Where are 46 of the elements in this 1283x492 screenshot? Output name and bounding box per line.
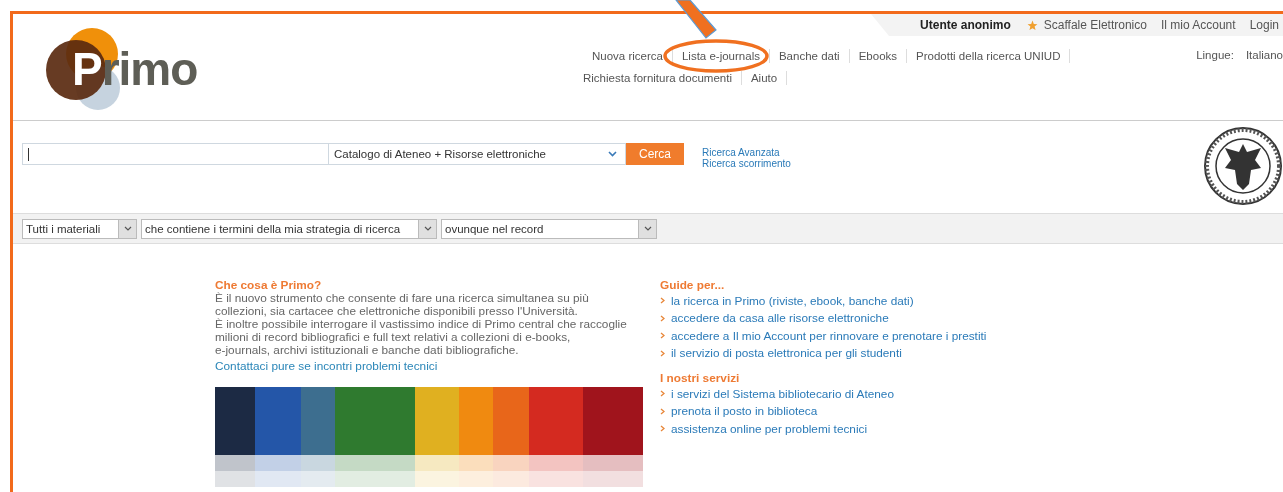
- search-link[interactable]: Ricerca Avanzata: [702, 147, 791, 158]
- nav-link[interactable]: Lista e-journals: [672, 49, 770, 63]
- chevron-icon: [660, 390, 665, 398]
- text-cursor: [28, 147, 29, 161]
- chevron-icon: [423, 226, 432, 231]
- nav-link[interactable]: Nuova ricerca: [583, 49, 673, 63]
- description-text: È il nuovo strumento che consente di fare una ricerca simultanea su più collezioni, sia cartacee che elettroniche disponibili presso l'Università.: [215, 292, 589, 318]
- chevron-icon: [660, 332, 665, 340]
- guide-link[interactable]: assistenza online per problemi tecnici: [671, 421, 868, 436]
- contact-link[interactable]: Contattaci pure se incontri problemi tecnici: [215, 359, 438, 373]
- nav-link[interactable]: Banche dati: [769, 49, 850, 63]
- section-title: Guide per...: [660, 278, 726, 292]
- language-dropdown[interactable]: Italiano: [1245, 49, 1283, 120]
- chevron-icon: [660, 425, 665, 433]
- guide-link[interactable]: accedere a Il mio Account per rinnovare e prenotare i prestiti: [671, 328, 987, 343]
- section-title: I nostri servizi: [660, 371, 741, 385]
- shelf-link[interactable]: Scaffale Elettronico: [1043, 18, 1147, 32]
- guide-link[interactable]: prenota il posto in biblioteca: [671, 404, 818, 419]
- guide-link[interactable]: il servizio di posta elettronica per gli studenti: [671, 346, 902, 361]
- scope-dropdown[interactable]: Catalogo di Ateneo + Risorse elettroniche: [329, 143, 626, 165]
- filter-dropdown[interactable]: che contiene i termini della mia strategia di ricerca: [141, 218, 437, 239]
- chevron-icon: [660, 314, 665, 322]
- chevron-icon: [643, 226, 652, 231]
- chevron-icon: [660, 297, 665, 305]
- nav-link[interactable]: Ebooks: [849, 49, 908, 63]
- guide-link[interactable]: la ricerca in Primo (riviste, ebook, banche dati): [671, 293, 914, 308]
- nav-link[interactable]: Prodotti della ricerca UNIUD: [907, 49, 1071, 63]
- nav-link[interactable]: Aiuto: [741, 71, 788, 85]
- login-link[interactable]: Login: [1249, 18, 1279, 32]
- guide-link[interactable]: i servizi del Sistema bibliotecario di Ateneo: [671, 386, 894, 401]
- chevron-icon: [608, 151, 617, 157]
- guide-link[interactable]: accedere da casa alle risorse elettroniche: [671, 311, 889, 326]
- star-icon: [1026, 19, 1038, 31]
- chevron-icon: [123, 226, 132, 231]
- chevron-icon: [660, 349, 665, 357]
- filter-dropdown[interactable]: Tutti i materiali: [22, 218, 137, 239]
- account-link[interactable]: Il mio Account: [1160, 18, 1236, 32]
- language-label: Lingue:: [1196, 49, 1234, 63]
- nav-link[interactable]: Richiesta fornitura documenti: [583, 71, 742, 85]
- search-link[interactable]: Ricerca scorrimento: [702, 158, 791, 169]
- user-name: Utente anonimo: [920, 18, 1011, 32]
- chevron-icon: [660, 407, 665, 415]
- section-title: Che cosa è Primo?: [215, 278, 322, 292]
- filter-dropdown[interactable]: ovunque nel record: [441, 218, 657, 239]
- search-field[interactable]: [22, 143, 329, 165]
- description-text: È inoltre possibile interrogare il vastissimo indice di Primo central che raccoglie milioni di record bibliografici e full text relativi a collezioni di e-books, e-journals, archivi istituzionali e banche dati bibliografiche.: [215, 318, 627, 357]
